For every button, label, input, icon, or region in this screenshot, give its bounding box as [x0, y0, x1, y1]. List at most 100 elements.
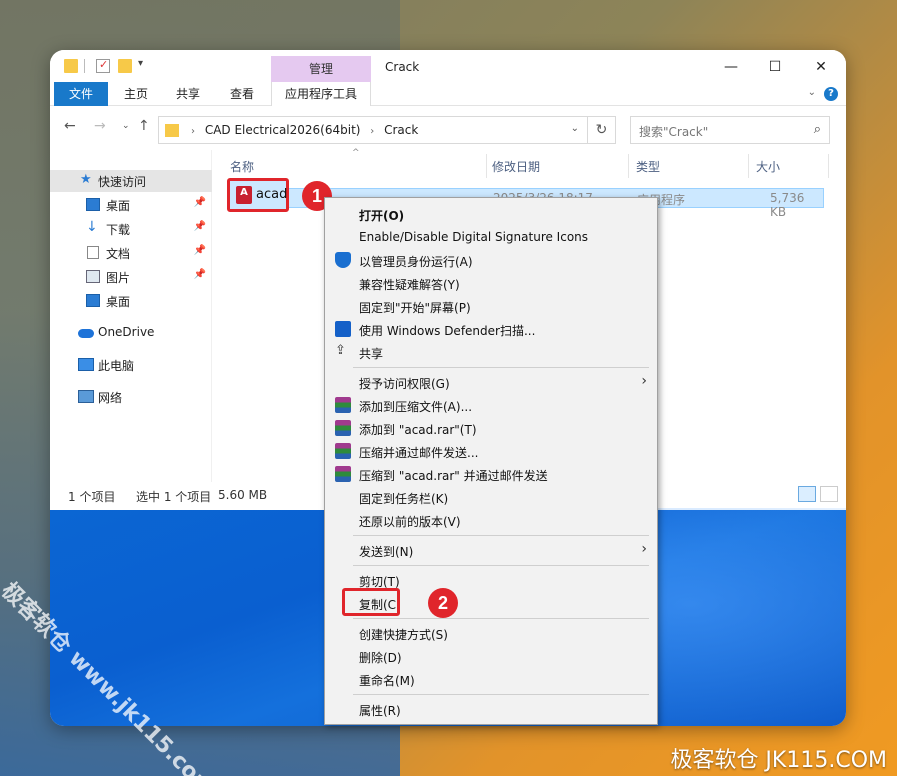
menu-item-compress-email[interactable]: 压缩并通过邮件发送...	[325, 440, 657, 463]
breadcrumb-chevron-icon: ›	[191, 126, 195, 137]
menu-item-label: 以管理员身份运行(A)	[359, 255, 473, 269]
sidebar-item-label: 图片	[106, 271, 131, 285]
menu-item-label: 发送到(N)	[359, 545, 414, 559]
copy-highlight-box	[342, 588, 400, 616]
menu-item-label: 使用 Windows Defender扫描...	[359, 324, 536, 338]
menu-item-restore-versions[interactable]: 还原以前的版本(V)	[325, 509, 657, 532]
help-icon[interactable]: ?	[824, 87, 838, 101]
file-size: 5,736 KB	[770, 191, 805, 219]
minimize-button[interactable]: —	[708, 56, 754, 78]
menu-item-add-acad-rar[interactable]: 添加到 "acad.rar"(T)	[325, 417, 657, 440]
menu-item-label: 压缩到 "acad.rar" 并通过邮件发送	[359, 469, 548, 483]
details-view-icon[interactable]	[798, 486, 816, 502]
menu-item-label: 重命名(M)	[359, 674, 415, 688]
winrar-icon	[335, 397, 351, 413]
address-toolbar: ← → ⌄ ↑ › CAD Electrical2026(64bit) › Cr…	[50, 106, 846, 150]
menu-item-pin-start[interactable]: 固定到"开始"屏幕(P)	[325, 295, 657, 318]
close-button[interactable]: ✕	[798, 56, 844, 78]
menu-item-create-shortcut[interactable]: 创建快捷方式(S)	[325, 622, 657, 645]
sidebar-item-label: 桌面	[106, 199, 131, 213]
tab-file[interactable]: 文件	[54, 82, 108, 106]
menu-item-pin-taskbar[interactable]: 固定到任务栏(K)	[325, 486, 657, 509]
menu-item-grant-access[interactable]: 授予访问权限(G) ›	[325, 371, 657, 394]
menu-item-label: 固定到任务栏(K)	[359, 492, 449, 506]
selected-count: 选中 1 个项目	[136, 490, 212, 504]
large-icons-view-icon[interactable]	[820, 486, 838, 502]
menu-item-label: 打开(O)	[359, 209, 405, 223]
refresh-button[interactable]: ↻	[588, 116, 616, 144]
sidebar-item-label: OneDrive	[98, 325, 155, 339]
tab-application-tools[interactable]: 应用程序工具	[271, 82, 371, 106]
menu-item-properties[interactable]: 属性(R)	[325, 698, 657, 721]
column-divider	[748, 154, 749, 178]
sidebar-item-network[interactable]: 网络	[50, 386, 212, 408]
menu-item-run-as-admin[interactable]: 以管理员身份运行(A)	[325, 249, 657, 272]
sidebar-item-label: 文档	[106, 247, 131, 261]
submenu-arrow-icon: ›	[641, 373, 647, 389]
context-menu: 打开(O) Enable/Disable Digital Signature I…	[324, 197, 658, 725]
sidebar-item-label: 网络	[98, 391, 123, 405]
breadcrumb-chevron-icon: ›	[370, 126, 375, 137]
sidebar-item-this-pc[interactable]: 此电脑	[50, 354, 212, 376]
window-title: Crack	[385, 60, 420, 74]
sidebar-item-label: 此电脑	[98, 359, 135, 373]
watermark-bottom: 极客软仓 JK115.COM	[670, 748, 887, 773]
new-folder-icon[interactable]	[118, 59, 132, 73]
address-bar[interactable]: › CAD Electrical2026(64bit) › Crack ⌄	[158, 116, 588, 144]
folder-icon	[165, 124, 179, 137]
menu-separator	[353, 694, 649, 695]
tab-share[interactable]: 共享	[166, 82, 210, 106]
title-bar: ✓ ▾ 管理 Crack — ☐ ✕	[50, 50, 846, 82]
maximize-button[interactable]: ☐	[752, 56, 798, 78]
menu-item-rename[interactable]: 重命名(M)	[325, 668, 657, 691]
sidebar-item-desktop-2[interactable]: 桌面	[50, 290, 212, 312]
column-header-size[interactable]: 大小	[756, 158, 780, 175]
sidebar-item-desktop[interactable]: 桌面 📌	[50, 194, 212, 216]
desktop-icon	[86, 198, 100, 211]
tab-home[interactable]: 主页	[114, 82, 158, 106]
menu-separator	[353, 535, 649, 536]
menu-item-open[interactable]: 打开(O)	[325, 203, 657, 226]
sidebar-item-documents[interactable]: 文档 📌	[50, 242, 212, 264]
menu-item-delete[interactable]: 删除(D)	[325, 645, 657, 668]
menu-item-label: 压缩并通过邮件发送...	[359, 446, 479, 460]
sidebar-item-downloads[interactable]: ↓ 下载 📌	[50, 218, 212, 240]
sidebar-item-onedrive[interactable]: OneDrive	[50, 322, 212, 344]
menu-item-label: 授予访问权限(G)	[359, 377, 450, 391]
menu-item-add-archive[interactable]: 添加到压缩文件(A)...	[325, 394, 657, 417]
sidebar-item-pictures[interactable]: 图片 📌	[50, 266, 212, 288]
menu-item-defender-scan[interactable]: 使用 Windows Defender扫描...	[325, 318, 657, 341]
computer-icon	[78, 358, 94, 371]
forward-arrow-icon[interactable]: →	[94, 118, 106, 134]
address-dropdown-icon[interactable]: ⌄	[571, 123, 579, 134]
tab-view[interactable]: 查看	[220, 82, 264, 106]
recent-locations-icon[interactable]: ⌄	[122, 121, 130, 131]
search-input[interactable]: 搜索"Crack" ⌕	[630, 116, 830, 144]
breadcrumb-item[interactable]: CAD Electrical2026(64bit)	[205, 123, 361, 137]
menu-item-label: 兼容性疑难解答(Y)	[359, 278, 460, 292]
menu-item-label: 共享	[359, 347, 384, 361]
menu-item-share[interactable]: ⇪ 共享	[325, 341, 657, 364]
menu-item-compatibility[interactable]: 兼容性疑难解答(Y)	[325, 272, 657, 295]
menu-item-label: 还原以前的版本(V)	[359, 515, 461, 529]
desktop-icon	[86, 294, 100, 307]
sidebar-item-quick-access[interactable]: ★ 快速访问	[50, 170, 212, 192]
share-icon: ⇪	[335, 343, 346, 358]
submenu-arrow-icon: ›	[641, 541, 647, 557]
column-header-name[interactable]: 名称	[230, 158, 254, 175]
menu-item-digital-signature[interactable]: Enable/Disable Digital Signature Icons	[325, 226, 657, 249]
breadcrumb-item[interactable]: Crack	[384, 123, 418, 137]
search-icon: ⌕	[813, 122, 821, 137]
menu-item-label: 删除(D)	[359, 651, 402, 665]
winrar-icon	[335, 420, 351, 436]
column-header-modified[interactable]: 修改日期	[492, 158, 540, 175]
menu-item-send-to[interactable]: 发送到(N) ›	[325, 539, 657, 562]
customize-quick-access-icon[interactable]: ▾	[138, 58, 143, 69]
expand-ribbon-icon[interactable]: ⌄	[808, 87, 816, 98]
menu-item-compress-acad-email[interactable]: 压缩到 "acad.rar" 并通过邮件发送	[325, 463, 657, 486]
properties-icon[interactable]: ✓	[96, 58, 110, 73]
back-arrow-icon[interactable]: ←	[64, 118, 76, 134]
column-header-type[interactable]: 类型	[636, 158, 660, 175]
up-arrow-icon[interactable]: ↑	[138, 118, 150, 134]
file-acad[interactable]: A acad	[227, 178, 289, 212]
